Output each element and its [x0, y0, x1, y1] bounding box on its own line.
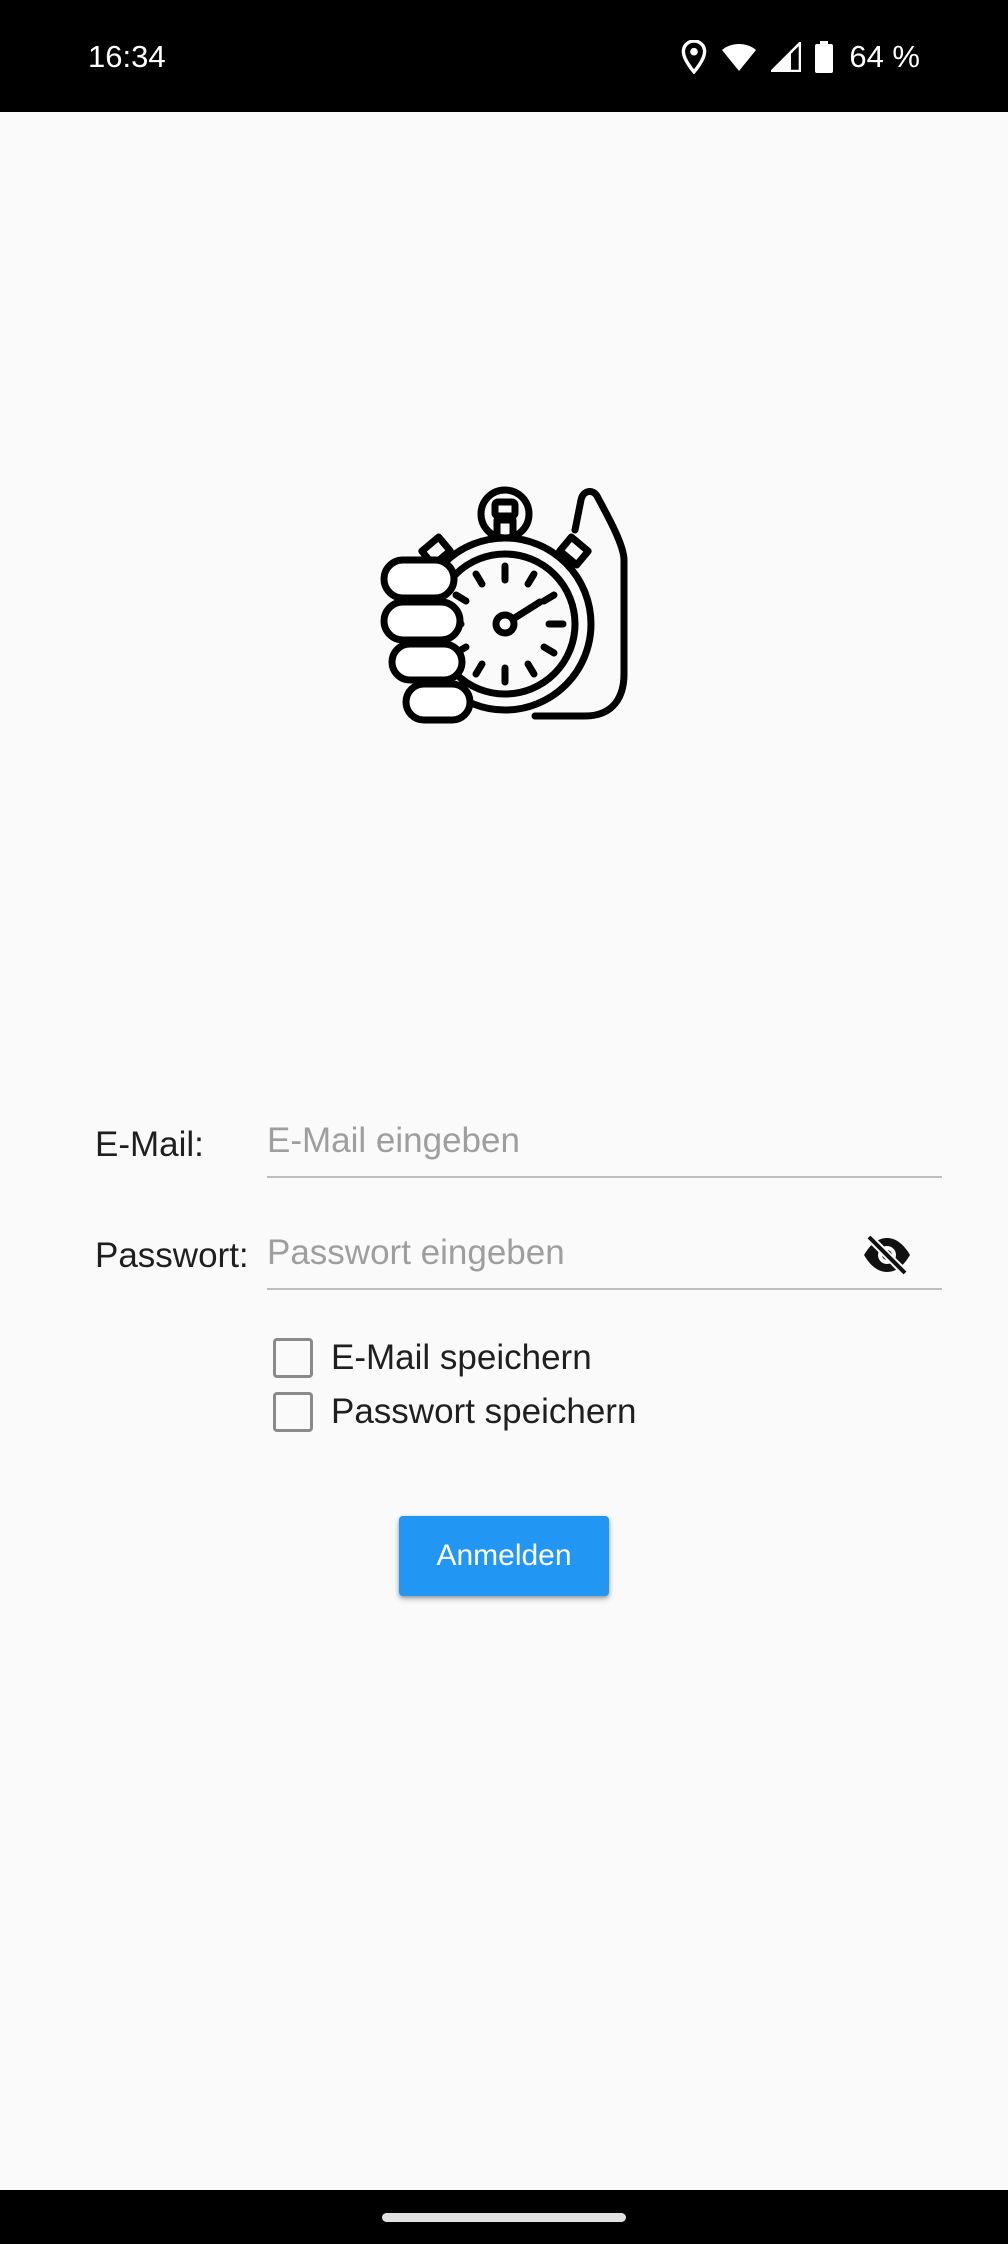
- home-gesture-handle[interactable]: [382, 2213, 626, 2222]
- email-label: E-Mail:: [95, 1125, 204, 1164]
- navigation-bar: [0, 2190, 1008, 2244]
- eye-off-icon: [864, 1234, 910, 1276]
- password-visibility-toggle[interactable]: [860, 1232, 914, 1278]
- battery-percent: 64 %: [849, 39, 920, 74]
- hand-stopwatch-icon: [380, 484, 628, 732]
- wifi-icon: [721, 42, 757, 72]
- password-input[interactable]: [267, 1220, 847, 1286]
- status-time: 16:34: [88, 39, 166, 74]
- save-email-checkbox[interactable]: [273, 1338, 313, 1378]
- save-password-checkbox[interactable]: [273, 1392, 313, 1432]
- password-label: Passwort:: [95, 1236, 249, 1275]
- battery-icon: [815, 41, 834, 73]
- login-button[interactable]: Anmelden: [399, 1516, 609, 1596]
- status-bar: 16:34 64 %: [0, 0, 1008, 112]
- save-password-option[interactable]: Passwort speichern: [273, 1390, 636, 1434]
- save-password-label: Passwort speichern: [331, 1392, 637, 1431]
- save-email-option[interactable]: E-Mail speichern: [273, 1336, 592, 1380]
- location-icon: [681, 40, 707, 74]
- password-field-wrapper: [267, 1220, 942, 1290]
- signal-icon: [771, 42, 802, 72]
- save-email-label: E-Mail speichern: [331, 1338, 592, 1377]
- email-input[interactable]: [267, 1108, 942, 1174]
- email-field-wrapper: [267, 1108, 942, 1178]
- status-icons: 64 %: [681, 36, 920, 78]
